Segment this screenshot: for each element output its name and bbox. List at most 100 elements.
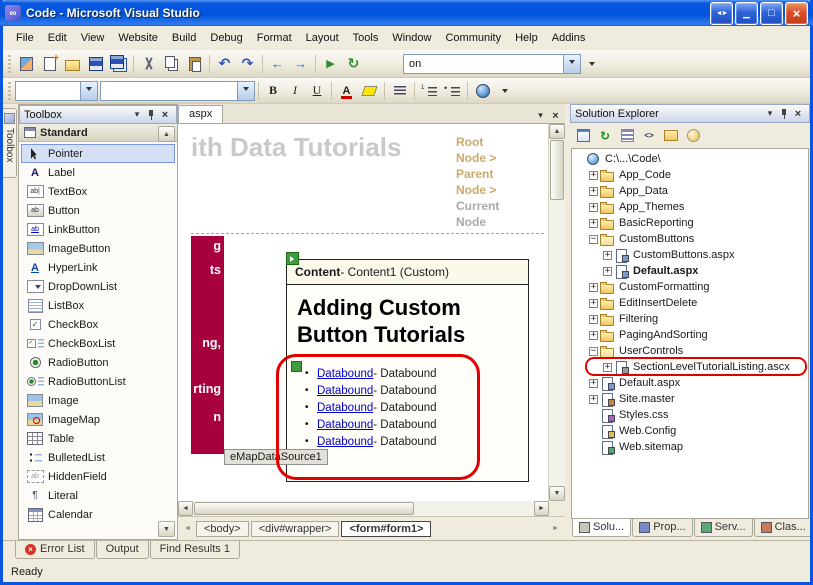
active-files-icon[interactable] <box>533 108 548 123</box>
font-combobox[interactable] <box>100 81 255 101</box>
close-icon[interactable] <box>158 108 172 122</box>
expand-icon[interactable]: + <box>589 315 598 324</box>
menu-window[interactable]: Window <box>385 28 438 48</box>
menu-edit[interactable]: Edit <box>41 28 74 48</box>
sync-with-browser-icon[interactable] <box>342 53 365 75</box>
expand-icon[interactable]: + <box>589 187 598 196</box>
toolbar-grip[interactable] <box>8 55 11 73</box>
menu-help[interactable]: Help <box>508 28 545 48</box>
tree-item-sectionleveltutoriallisting.ascx[interactable]: +SectionLevelTutorialListing.ascx <box>572 359 808 375</box>
paste-icon[interactable] <box>183 53 206 75</box>
toolbox-item-calendar[interactable]: Calendar <box>21 505 175 524</box>
scroll-left-icon[interactable]: ◄ <box>178 501 193 516</box>
databound-link[interactable]: Databound <box>317 436 373 448</box>
menu-file[interactable]: File <box>9 28 41 48</box>
menu-format[interactable]: Format <box>250 28 299 48</box>
tree-item-custombuttons.aspx[interactable]: +CustomButtons.aspx <box>572 247 808 263</box>
expand-icon[interactable]: + <box>589 219 598 228</box>
horizontal-scrollbar[interactable]: ◄ ► <box>178 501 549 516</box>
bulleted-list-icon[interactable] <box>441 80 464 102</box>
toolbox-section-standard[interactable]: Standard <box>19 124 177 142</box>
breadcrumb-item[interactable]: Parent <box>456 166 548 182</box>
titlebar[interactable]: ∞ Code - Microsoft Visual Studio ◄►▁□× <box>0 0 813 26</box>
open-file-icon[interactable] <box>61 53 84 75</box>
toolbar-grip[interactable] <box>8 82 11 100</box>
tree-item-app-data[interactable]: +App_Data <box>572 183 808 199</box>
expand-icon[interactable]: + <box>589 171 598 180</box>
tree-item-app-code[interactable]: +App_Code <box>572 167 808 183</box>
combobox-dropdown-icon[interactable] <box>237 82 254 100</box>
toolbox-item-table[interactable]: Table <box>21 429 175 448</box>
scroll-down-icon[interactable]: ▼ <box>549 486 565 501</box>
close-icon[interactable] <box>791 107 805 121</box>
panel-tab-output[interactable]: Output <box>96 541 149 559</box>
toolbox-item-hiddenfield[interactable]: HiddenField <box>21 467 175 486</box>
toolbox-item-imagemap[interactable]: ImageMap <box>21 410 175 429</box>
copy-web-site-icon[interactable] <box>661 127 681 145</box>
menu-tools[interactable]: Tools <box>346 28 386 48</box>
tree-item-customformatting[interactable]: +CustomFormatting <box>572 279 808 295</box>
collapse-icon[interactable]: − <box>589 235 598 244</box>
tree-item-usercontrols[interactable]: −UserControls <box>572 343 808 359</box>
tree-item-editinsertdelete[interactable]: +EditInsertDelete <box>572 295 808 311</box>
scroll-right-icon[interactable]: ► <box>534 501 549 516</box>
underline-button[interactable]: U <box>306 80 328 102</box>
cut-icon[interactable] <box>137 53 160 75</box>
tree-item-default.aspx[interactable]: +Default.aspx <box>572 375 808 391</box>
toolbox-item-radiobuttonlist[interactable]: RadioButtonList <box>21 372 175 391</box>
tree-item-custombuttons[interactable]: −CustomButtons <box>572 231 808 247</box>
expand-icon[interactable]: + <box>589 395 598 404</box>
toolbox-header[interactable]: Toolbox <box>19 105 177 124</box>
toolbox-item-textbox[interactable]: TextBox <box>21 182 175 201</box>
sidebar-link-fragment[interactable]: n <box>213 410 221 424</box>
horizontal-scrollbar-thumb[interactable] <box>194 502 414 515</box>
aspnet-configuration-icon[interactable] <box>683 127 703 145</box>
vertical-scrollbar[interactable]: ▲ ▼ <box>548 124 565 501</box>
tag-form#form1[interactable]: <form#form1> <box>341 521 431 537</box>
menu-layout[interactable]: Layout <box>299 28 346 48</box>
scroll-up-icon[interactable]: ▲ <box>549 124 565 139</box>
toolbox-item-imagebutton[interactable]: ImageButton <box>21 239 175 258</box>
view-code-icon[interactable] <box>639 127 659 145</box>
align-left-icon[interactable] <box>388 80 411 102</box>
window-position-icon[interactable] <box>130 108 144 122</box>
toolbox-item-checkboxlist[interactable]: CheckBoxList <box>21 334 175 353</box>
sidebar-link-fragment[interactable]: g <box>213 239 221 253</box>
expand-icon[interactable]: + <box>603 251 612 260</box>
properties-window-icon[interactable] <box>573 127 593 145</box>
minimize-button[interactable]: ▁ <box>735 2 758 25</box>
toolbar-combobox[interactable]: on <box>403 54 581 74</box>
toolbox-item-button[interactable]: Button <box>21 201 175 220</box>
toolbox-item-hyperlink[interactable]: HyperLink <box>21 258 175 277</box>
expand-icon[interactable]: + <box>589 299 598 308</box>
toolbox-scroll-down-icon[interactable]: ▼ <box>158 521 175 537</box>
tree-item-web.config[interactable]: Web.Config <box>572 423 808 439</box>
window-switch-button[interactable]: ◄► <box>710 2 733 25</box>
menu-addins[interactable]: Addins <box>545 28 593 48</box>
close-button[interactable]: × <box>785 2 808 25</box>
breadcrumb-item[interactable]: Root <box>456 134 548 150</box>
datasource-label[interactable]: eMapDataSource1 <box>224 449 328 465</box>
toolbox-item-literal[interactable]: Literal <box>21 486 175 505</box>
style-combobox[interactable] <box>15 81 98 101</box>
expand-icon[interactable]: + <box>589 283 598 292</box>
control-glyph-icon[interactable] <box>286 252 299 265</box>
usercontrol-glyph-icon[interactable] <box>291 361 302 372</box>
maximize-button[interactable]: □ <box>760 2 783 25</box>
expand-icon[interactable]: + <box>603 267 612 276</box>
vertical-scrollbar-thumb[interactable] <box>550 140 564 200</box>
tool-tab-serv...[interactable]: Serv... <box>694 519 753 537</box>
menu-view[interactable]: View <box>74 28 112 48</box>
toolbox-item-bulletedlist[interactable]: BulletedList <box>21 448 175 467</box>
breadcrumb-item[interactable]: Node > <box>456 150 548 166</box>
design-surface[interactable]: ith Data Tutorials RootNode >ParentNode … <box>178 124 548 501</box>
menu-website[interactable]: Website <box>111 28 165 48</box>
tree-item-c-...-code[interactable]: C:\...\Code\ <box>572 151 808 167</box>
new-project-icon[interactable] <box>15 53 38 75</box>
toolbox-item-linkbutton[interactable]: LinkButton <box>21 220 175 239</box>
redo-icon[interactable] <box>236 53 259 75</box>
save-icon[interactable] <box>84 53 107 75</box>
databound-link[interactable]: Databound <box>317 385 373 397</box>
menu-debug[interactable]: Debug <box>203 28 249 48</box>
combobox-dropdown-icon[interactable] <box>80 82 97 100</box>
